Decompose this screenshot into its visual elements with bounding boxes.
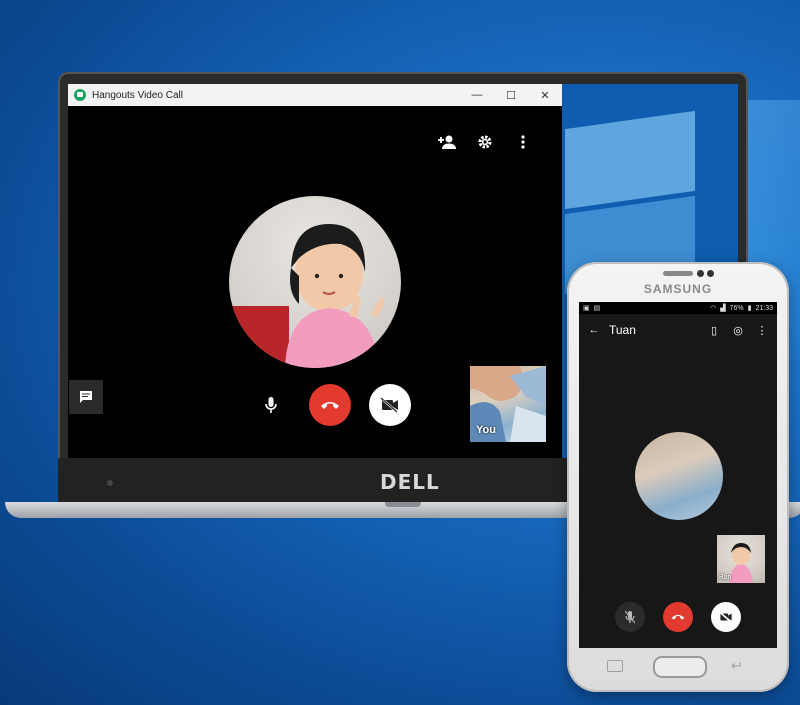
phone-self-view-label: Bạn (719, 574, 732, 581)
window-title: Hangouts Video Call (92, 89, 183, 101)
phone-remote-avatar (635, 432, 723, 520)
back-arrow-icon[interactable]: ← (585, 324, 603, 336)
phone-hang-up-button[interactable] (663, 602, 693, 632)
mute-microphone-button[interactable] (251, 385, 291, 425)
battery-icon: ▮ (747, 305, 752, 312)
samsung-phone: SAMSUNG ▣ ▤ ◠ ▟ 76% ▮ 21:33 ← Tuan ▯ ◎ ⋮ (567, 262, 789, 692)
message-notification-icon: ▤ (593, 305, 601, 312)
wifi-icon: ◠ (710, 305, 717, 312)
mic-off-icon (625, 610, 635, 624)
maximize-button[interactable]: ☐ (494, 84, 528, 106)
chat-icon (80, 391, 92, 403)
wallpaper-pane (565, 110, 695, 210)
toggle-video-button[interactable] (369, 384, 411, 426)
self-view-thumbnail[interactable]: You (470, 366, 546, 442)
dell-logo: DELL (380, 470, 440, 494)
phone-camera (707, 270, 714, 277)
battery-level: 76% (729, 304, 744, 312)
phone-self-view-thumbnail[interactable]: Bạn (717, 535, 765, 583)
chat-button[interactable] (69, 380, 103, 414)
recent-apps-key[interactable] (607, 660, 623, 672)
hang-up-icon (321, 402, 339, 409)
status-time: 21:33 (755, 304, 773, 312)
hang-up-button[interactable] (309, 384, 351, 426)
microphone-icon (265, 397, 277, 413)
window-titlebar[interactable]: Hangouts Video Call — ☐ ✕ (68, 84, 562, 106)
laptop-notch (385, 502, 421, 507)
call-controls (251, 384, 411, 426)
home-button[interactable] (653, 656, 707, 678)
hangouts-logo-icon (74, 89, 86, 101)
settings-gear-icon[interactable] (474, 134, 496, 155)
phone-speaker (663, 271, 693, 276)
phone-sensor (697, 270, 704, 277)
phone-mute-button[interactable] (615, 602, 645, 632)
hangouts-window: Hangouts Video Call — ☐ ✕ You (68, 84, 562, 458)
switch-camera-icon[interactable]: ◎ (729, 324, 747, 337)
call-toolbar (436, 134, 534, 155)
phone-app-bar: ← Tuan ▯ ◎ ⋮ (579, 314, 777, 346)
image-notification-icon: ▣ (583, 305, 590, 312)
hang-up-icon (671, 614, 685, 620)
phone-brand-logo: SAMSUNG (643, 282, 713, 296)
add-person-icon[interactable] (436, 134, 458, 155)
video-off-icon (719, 611, 732, 623)
phone-call-controls (579, 602, 777, 632)
signal-icon: ▟ (720, 305, 726, 312)
back-key[interactable]: ↩ (731, 658, 742, 674)
phone-status-bar: ▣ ▤ ◠ ▟ 76% ▮ 21:33 (579, 302, 777, 314)
laptop-sensor (107, 480, 113, 486)
remote-participant-avatar (229, 196, 401, 368)
phone-video-toggle-button[interactable] (711, 602, 741, 632)
minimize-button[interactable]: — (460, 84, 494, 106)
close-button[interactable]: ✕ (528, 84, 562, 106)
switch-device-icon[interactable]: ▯ (705, 324, 723, 337)
phone-screen: ▣ ▤ ◠ ▟ 76% ▮ 21:33 ← Tuan ▯ ◎ ⋮ Bạn (579, 302, 777, 648)
self-view-label: You (476, 424, 496, 436)
video-off-icon (380, 397, 398, 413)
more-vert-icon[interactable]: ⋮ (753, 324, 771, 337)
contact-name: Tuan (609, 323, 636, 337)
more-vert-icon[interactable] (512, 134, 534, 155)
